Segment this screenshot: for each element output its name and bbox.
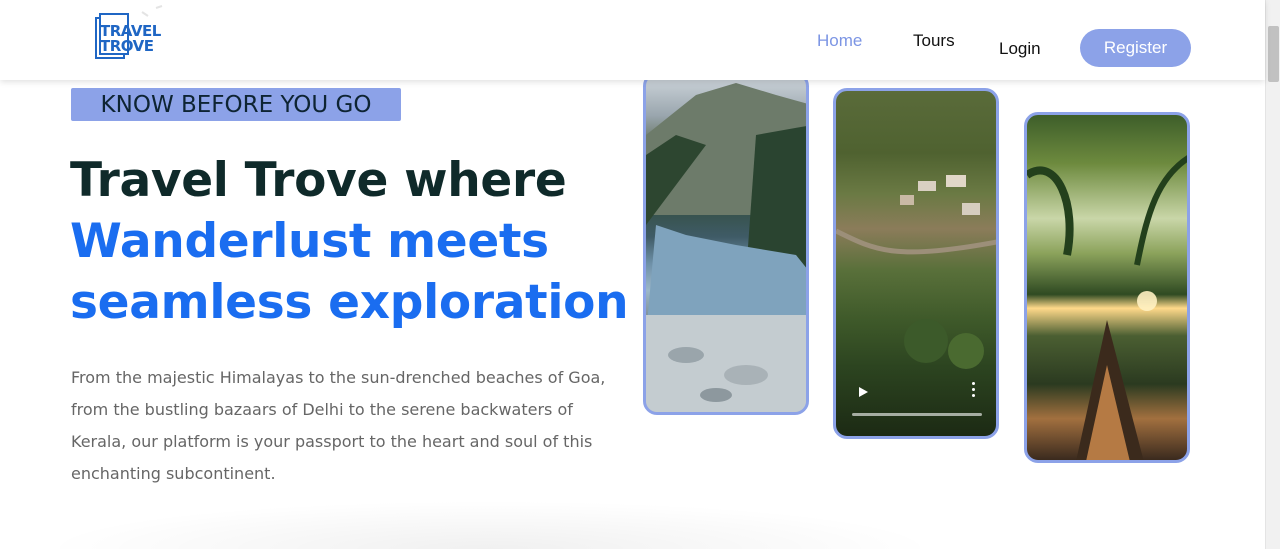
- nav-tours-link[interactable]: Tours: [913, 31, 955, 51]
- mountain-river-illustration: [646, 83, 806, 412]
- logo-line-2: TROVE: [100, 37, 154, 55]
- hero-title: Travel Trove where Wanderlust meets seam…: [70, 150, 629, 333]
- backwaters-boat-illustration: [1027, 155, 1187, 460]
- play-icon[interactable]: [859, 387, 868, 397]
- site-header: TRAVEL TROVE Home Tours Login Register: [0, 0, 1265, 80]
- nav-login-link[interactable]: Login: [999, 39, 1041, 59]
- scrollbar-thumb[interactable]: [1268, 26, 1279, 82]
- page-scrollbar[interactable]: [1265, 0, 1280, 549]
- more-options-icon[interactable]: [972, 382, 976, 398]
- logo-wordmark: TRAVEL TROVE: [100, 24, 161, 54]
- hero-description: From the majestic Himalayas to the sun-d…: [71, 368, 606, 483]
- hero-title-line-1: Travel Trove where: [70, 153, 567, 208]
- backwaters-boat-image-card: [1024, 112, 1190, 463]
- know-before-badge: KNOW BEFORE YOU GO: [71, 88, 401, 121]
- hero-title-line-3: seamless exploration: [70, 275, 629, 330]
- register-button[interactable]: Register: [1080, 29, 1191, 67]
- video-progress-bar[interactable]: [852, 413, 982, 416]
- hero-title-line-2: Wanderlust meets: [70, 214, 549, 269]
- nav-home-link[interactable]: Home: [817, 31, 862, 51]
- mountain-river-image-card: [643, 72, 809, 415]
- hill-village-video-card[interactable]: [833, 88, 999, 439]
- section-divider-shadow: [40, 500, 940, 549]
